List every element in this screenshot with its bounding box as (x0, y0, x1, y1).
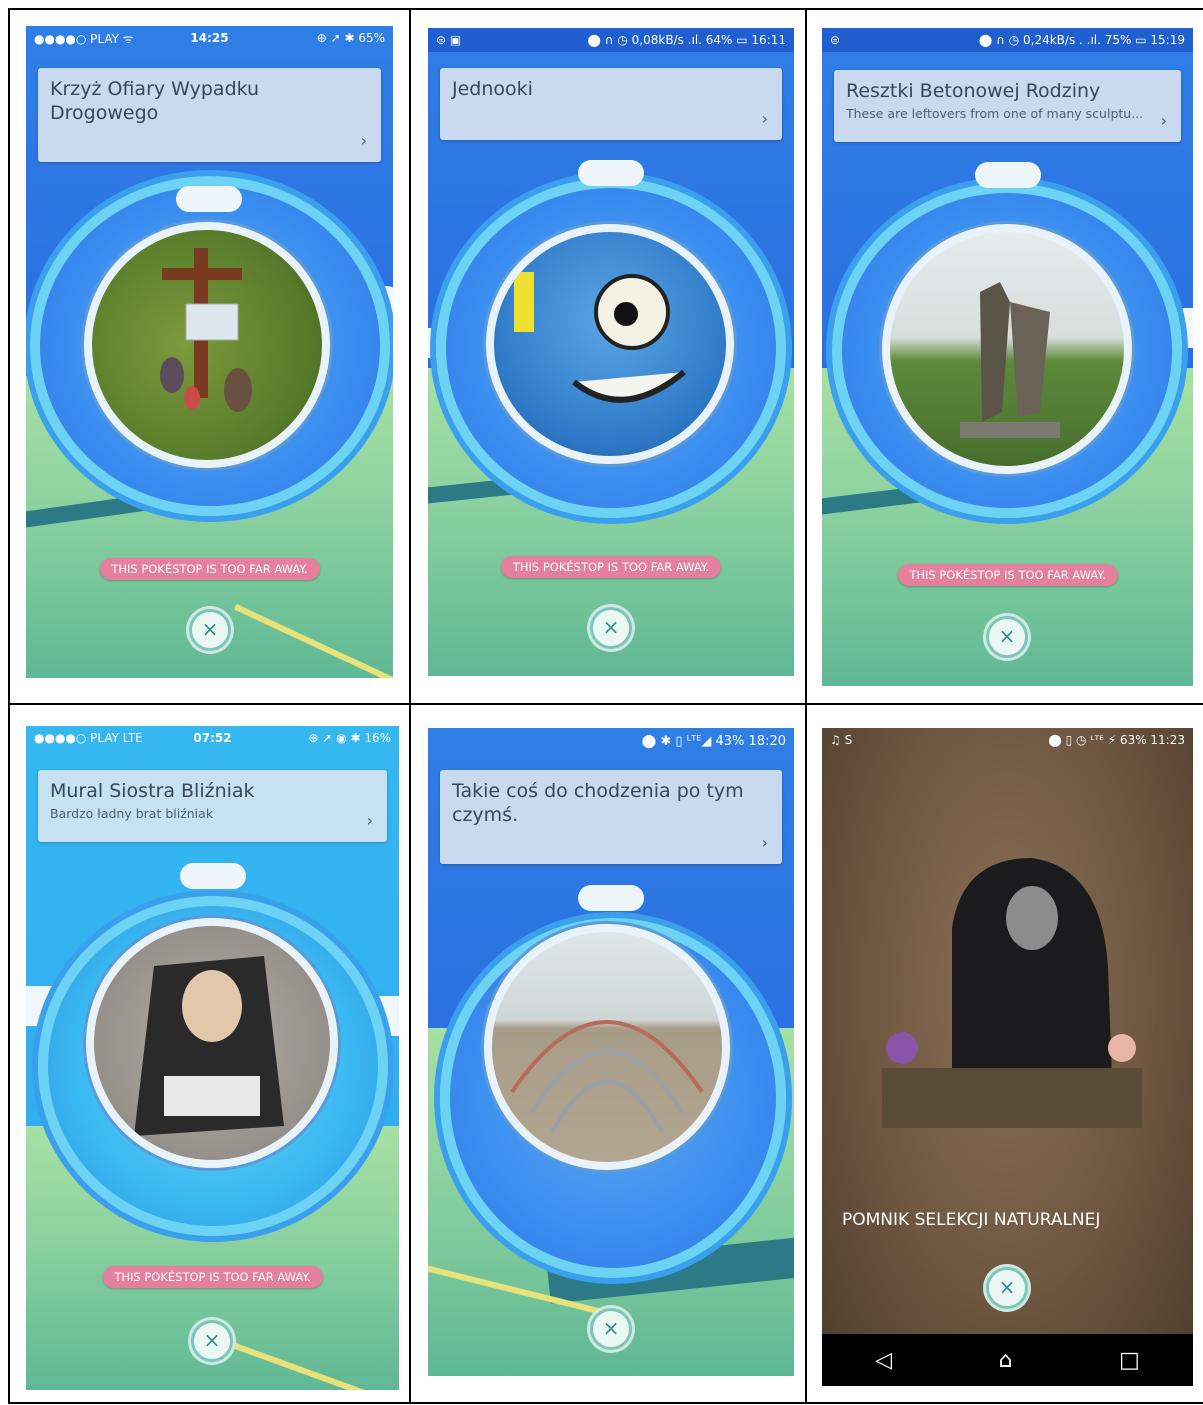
status-time: 14:25 (190, 31, 229, 45)
pokestop-title: Takie coś do chodzenia po tym czymś. (452, 780, 744, 826)
status-indicators: ⬤ ∩ ◷ 0,08kB/s .ıl. 64% ▭ 16:11 (587, 33, 786, 47)
pokestop-description: These are leftovers from one of many scu… (846, 106, 1144, 121)
close-button[interactable]: × (986, 616, 1028, 658)
status-bar: ●●●●○ PLAY ᯤ 14:25 ⊕ ➚ ✱ 65% (26, 26, 393, 50)
pokestop-photo (486, 224, 734, 464)
pokestop-title: Mural Siostra Bliźniak (50, 780, 255, 802)
status-left-icons: ⊜ ▣ (436, 33, 462, 47)
pokestop-photo (84, 222, 330, 468)
close-button[interactable]: × (189, 609, 231, 651)
pokestop-screen-6: ♫ S ⬤ ▯ ◷ ᴸᵀᴱ ⚡ 63% 11:23 POMNIK SELEKCJ… (822, 728, 1193, 1386)
chevron-right-icon[interactable]: › (762, 833, 768, 852)
pokestop-photo (484, 924, 730, 1170)
pokestop-title-card[interactable]: Resztki Betonowej Rodziny These are left… (834, 70, 1181, 142)
too-far-warning: THIS POKÉSTOP IS TOO FAR AWAY. (99, 558, 320, 580)
too-far-warning: THIS POKÉSTOP IS TOO FAR AWAY. (102, 1266, 323, 1288)
pokestop-screen-5: ⬤ ✱ ▯ ᴸᵀᴱ◢ 43% 18:20 Takie coś do chodze… (428, 728, 794, 1376)
back-icon[interactable]: ◁ (875, 1348, 892, 1373)
pokestop-title-card[interactable]: Krzyż Ofiary Wypadku Drogowego › (38, 68, 381, 162)
pokestop-pill (578, 160, 644, 186)
one-eyed-graffiti-illustration (514, 272, 686, 403)
status-indicators: ⊕ ➚ ✱ 65% (316, 31, 385, 45)
chevron-right-icon[interactable]: › (1161, 111, 1167, 130)
status-bar: ⊜ ▣ ⬤ ∩ ◷ 0,08kB/s .ıl. 64% ▭ 16:11 (428, 28, 794, 52)
pokestop-description: Bardzo ładny brat bliźniak (50, 806, 214, 821)
pokestop-title: POMNIK SELEKCJI NATURALNEJ (842, 1210, 1101, 1230)
grid-border-bottom (8, 1402, 1203, 1404)
close-button[interactable]: × (590, 1308, 632, 1350)
grid-divider-1 (409, 8, 411, 1404)
too-far-warning: THIS POKÉSTOP IS TOO FAR AWAY. (500, 556, 722, 578)
pokestop-title: Jednooki (452, 78, 533, 100)
pokestop-photo (882, 224, 1132, 474)
grid-divider-2 (805, 8, 807, 1404)
status-bar: ●●●●○ PLAY LTE 07:52 ⊕ ➚ ◉ ✱ 16% (26, 726, 399, 750)
pokestop-title-card[interactable]: Mural Siostra Bliźniak Bardzo ładny brat… (38, 770, 387, 842)
chevron-right-icon[interactable]: › (762, 109, 768, 128)
pokestop-screen-1: ●●●●○ PLAY ᯤ 14:25 ⊕ ➚ ✱ 65% Krzyż Ofiar… (26, 26, 393, 678)
pokestop-pill (578, 885, 644, 911)
close-button[interactable]: × (590, 607, 632, 649)
status-indicators: ⬤ ✱ ▯ ᴸᵀᴱ◢ 43% 18:20 (641, 733, 786, 749)
chevron-right-icon[interactable]: › (361, 131, 367, 150)
close-button[interactable]: × (986, 1267, 1028, 1309)
pokestop-pill (180, 863, 246, 889)
pokestop-pill (975, 162, 1041, 188)
android-navbar: ◁ ⌂ □ (822, 1334, 1193, 1386)
pokestop-screen-4: ●●●●○ PLAY LTE 07:52 ⊕ ➚ ◉ ✱ 16% Mural S… (26, 726, 399, 1390)
status-left-icons: ⊜ (830, 33, 841, 47)
nun-mural-illustration (134, 956, 284, 1136)
grid-border-top (8, 8, 1203, 10)
pokestop-title: Krzyż Ofiary Wypadku Drogowego (50, 78, 260, 124)
home-icon[interactable]: ⌂ (999, 1348, 1013, 1373)
status-bar: ⊜ ⬤ ∩ ◷ 0,24kB/s . .ıl. 75% ▭ 15:19 (822, 28, 1193, 52)
grid-border-left (8, 8, 10, 1404)
status-time: 07:52 (193, 731, 232, 745)
chevron-right-icon[interactable]: › (367, 811, 373, 830)
status-carrier: ●●●●○ PLAY ᯤ (34, 31, 134, 46)
status-indicators: ⊕ ➚ ◉ ✱ 16% (308, 731, 391, 745)
pokestop-pill (176, 186, 242, 212)
pokestop-screen-2: ⊜ ▣ ⬤ ∩ ◷ 0,08kB/s .ıl. 64% ▭ 16:11 Jedn… (428, 28, 794, 676)
status-indicators: ⬤ ∩ ◷ 0,24kB/s . .ıl. 75% ▭ 15:19 (978, 33, 1185, 47)
concrete-sculpture-illustration (960, 282, 1060, 438)
climbing-frame-illustration (510, 1020, 704, 1133)
pokestop-photo (86, 918, 338, 1168)
pokestop-title-card[interactable]: Jednooki › (440, 68, 782, 140)
pokestop-title-card[interactable]: Takie coś do chodzenia po tym czymś. › (440, 770, 782, 864)
status-carrier: ●●●●○ PLAY LTE (34, 731, 143, 745)
pokestop-title: Resztki Betonowej Rodziny (846, 80, 1101, 102)
recents-icon[interactable]: □ (1119, 1348, 1140, 1373)
close-button[interactable]: × (191, 1320, 233, 1362)
pokestop-screen-3: ⊜ ⬤ ∩ ◷ 0,24kB/s . .ıl. 75% ▭ 15:19 Resz… (822, 28, 1193, 686)
too-far-warning: THIS POKÉSTOP IS TOO FAR AWAY. (897, 564, 1118, 586)
memorial-stone-photo (882, 858, 1142, 1128)
grid-border-middle (8, 703, 1203, 705)
status-bar: ⬤ ✱ ▯ ᴸᵀᴱ◢ 43% 18:20 (428, 728, 794, 754)
cross-memorial-illustration (160, 248, 252, 412)
